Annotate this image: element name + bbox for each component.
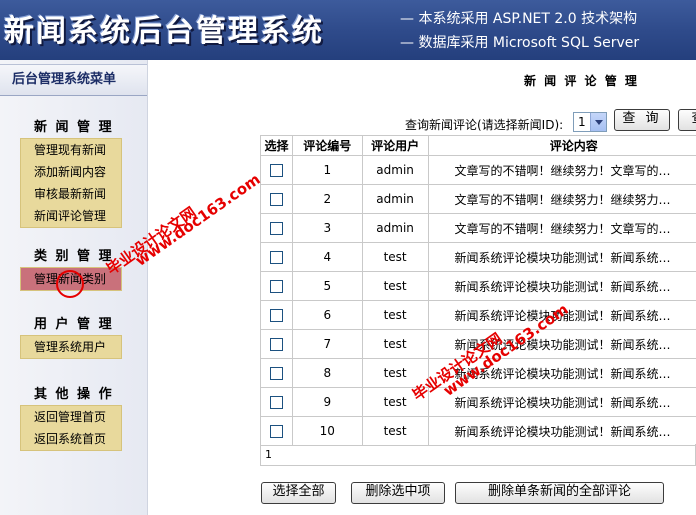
header-tagline-db: — 数据库采用 Microsoft SQL Server xyxy=(400,35,640,51)
app-title: 新闻系统后台管理系统 xyxy=(4,14,324,49)
comment-content: 新闻系统评论模块功能测试！新闻系统… xyxy=(427,358,696,388)
table-row: 10 test 新闻系统评论模块功能测试！新闻系统… xyxy=(260,416,696,446)
row-checkbox[interactable] xyxy=(269,280,283,293)
table-row: 6 test 新闻系统评论模块功能测试！新闻系统… xyxy=(260,300,696,330)
comment-content: 文章写的不错啊！继续努力！继续努力… xyxy=(427,184,696,214)
menu-group-title: 其 他 操 作 xyxy=(34,387,114,402)
table-row: 2 admin 文章写的不错啊！继续努力！继续努力… xyxy=(260,184,696,214)
table-row: 4 test 新闻系统评论模块功能测试！新闻系统… xyxy=(260,242,696,272)
comment-id: 4 xyxy=(291,242,363,272)
comment-user: test xyxy=(361,387,429,417)
query-button[interactable]: 查 询 xyxy=(614,109,670,131)
header-banner: 新闻系统后台管理系统 — 本系统采用 ASP.NET 2.0 技术架构 — 数据… xyxy=(0,0,696,60)
comment-content: 新闻系统评论模块功能测试！新闻系统… xyxy=(427,416,696,446)
menu-item-comment-manage[interactable]: 新闻评论管理 xyxy=(21,205,121,227)
table-row: 3 admin 文章写的不错啊！继续努力！文章写的… xyxy=(260,213,696,243)
comment-id: 8 xyxy=(291,358,363,388)
menu-item-manage-users[interactable]: 管理系统用户 xyxy=(21,336,121,358)
menu-item-review-news[interactable]: 审核最新新闻 xyxy=(21,183,121,205)
comment-id: 3 xyxy=(291,213,363,243)
row-checkbox[interactable] xyxy=(269,193,283,206)
comment-content: 文章写的不错啊！继续努力！文章写的… xyxy=(427,155,696,185)
menu-item-manage-news[interactable]: 管理现有新闻 xyxy=(21,139,121,161)
menu-group-title: 新 闻 管 理 xyxy=(34,120,114,135)
row-checkbox[interactable] xyxy=(269,309,283,322)
col-header-comment-id: 评论编号 xyxy=(291,135,363,156)
row-checkbox[interactable] xyxy=(269,222,283,235)
menu-item-manage-category[interactable]: 管理新闻类别 xyxy=(21,268,121,290)
menu-group-category: 类 别 管 理 管理新闻类别 xyxy=(20,247,122,291)
comment-id: 10 xyxy=(291,416,363,446)
comment-user: admin xyxy=(361,213,429,243)
menu-group-other: 其 他 操 作 返回管理首页 返回系统首页 xyxy=(20,385,122,451)
comment-user: test xyxy=(361,242,429,272)
table-row: 1 admin 文章写的不错啊！继续努力！文章写的… xyxy=(260,155,696,185)
table-row: 9 test 新闻系统评论模块功能测试！新闻系统… xyxy=(260,387,696,417)
news-id-select[interactable]: 1 xyxy=(573,112,607,132)
comment-id: 5 xyxy=(291,271,363,301)
delete-all-comments-button[interactable]: 删除单条新闻的全部评论 xyxy=(455,482,664,504)
row-checkbox[interactable] xyxy=(269,338,283,351)
menu-item-admin-home[interactable]: 返回管理首页 xyxy=(21,406,121,428)
header-tagline-tech: — 本系统采用 ASP.NET 2.0 技术架构 xyxy=(400,11,638,27)
chevron-down-icon[interactable] xyxy=(590,113,606,131)
comment-id: 2 xyxy=(291,184,363,214)
table-row: 7 test 新闻系统评论模块功能测试！新闻系统… xyxy=(260,329,696,359)
comment-user: test xyxy=(361,358,429,388)
comment-content: 文章写的不错啊！继续努力！文章写的… xyxy=(427,213,696,243)
page-title: 新 闻 评 论 管 理 xyxy=(524,74,639,88)
row-checkbox[interactable] xyxy=(269,367,283,380)
menu-group-news: 新 闻 管 理 管理现有新闻 添加新闻内容 审核最新新闻 新闻评论管理 xyxy=(20,118,122,228)
delete-selected-button[interactable]: 删除选中项 xyxy=(351,482,445,504)
menu-group-title: 用 户 管 理 xyxy=(34,317,114,332)
col-header-select: 选择 xyxy=(260,135,293,156)
row-checkbox[interactable] xyxy=(269,425,283,438)
col-header-comment-user: 评论用户 xyxy=(361,135,429,156)
watermark-url: www.doc163.com xyxy=(132,170,264,270)
comment-content: 新闻系统评论模块功能测试！新闻系统… xyxy=(427,300,696,330)
comment-user: admin xyxy=(361,155,429,185)
menu-group-title: 类 别 管 理 xyxy=(34,249,114,264)
menu-item-add-news[interactable]: 添加新闻内容 xyxy=(21,161,121,183)
table-row: 8 test 新闻系统评论模块功能测试！新闻系统… xyxy=(260,358,696,388)
table-header-row: 选择 评论编号 评论用户 评论内容 xyxy=(260,135,696,156)
table-pager: 1 xyxy=(260,444,696,466)
comment-content: 新闻系统评论模块功能测试！新闻系统… xyxy=(427,329,696,359)
comment-user: test xyxy=(361,271,429,301)
select-all-button[interactable]: 选择全部 xyxy=(261,482,336,504)
sidebar-menu-title: 后台管理系统菜单 xyxy=(0,64,147,96)
comment-table: 选择 评论编号 评论用户 评论内容 1 admin 文章写的不错啊！继续努力！文章写… xyxy=(260,135,696,446)
col-header-comment-content: 评论内容 xyxy=(427,135,696,156)
comment-content: 新闻系统评论模块功能测试！新闻系统… xyxy=(427,387,696,417)
comment-content: 新闻系统评论模块功能测试！新闻系统… xyxy=(427,242,696,272)
row-checkbox[interactable] xyxy=(269,396,283,409)
comment-user: test xyxy=(361,329,429,359)
comment-user: test xyxy=(361,416,429,446)
comment-id: 6 xyxy=(291,300,363,330)
pager-page-1[interactable]: 1 xyxy=(265,448,272,461)
row-checkbox[interactable] xyxy=(269,164,283,177)
table-row: 5 test 新闻系统评论模块功能测试！新闻系统… xyxy=(260,271,696,301)
query-button-secondary[interactable]: 查 xyxy=(678,109,696,131)
menu-item-site-home[interactable]: 返回系统首页 xyxy=(21,428,121,450)
comment-id: 1 xyxy=(291,155,363,185)
news-id-value: 1 xyxy=(578,115,586,129)
comment-user: test xyxy=(361,300,429,330)
sidebar-menu: 后台管理系统菜单 新 闻 管 理 管理现有新闻 添加新闻内容 审核最新新闻 新闻… xyxy=(0,60,148,515)
comment-id: 7 xyxy=(291,329,363,359)
comment-content: 新闻系统评论模块功能测试！新闻系统… xyxy=(427,271,696,301)
query-label: 查询新闻评论(请选择新闻ID): xyxy=(405,118,564,132)
comment-user: admin xyxy=(361,184,429,214)
comment-id: 9 xyxy=(291,387,363,417)
row-checkbox[interactable] xyxy=(269,251,283,264)
menu-group-users: 用 户 管 理 管理系统用户 xyxy=(20,315,122,359)
